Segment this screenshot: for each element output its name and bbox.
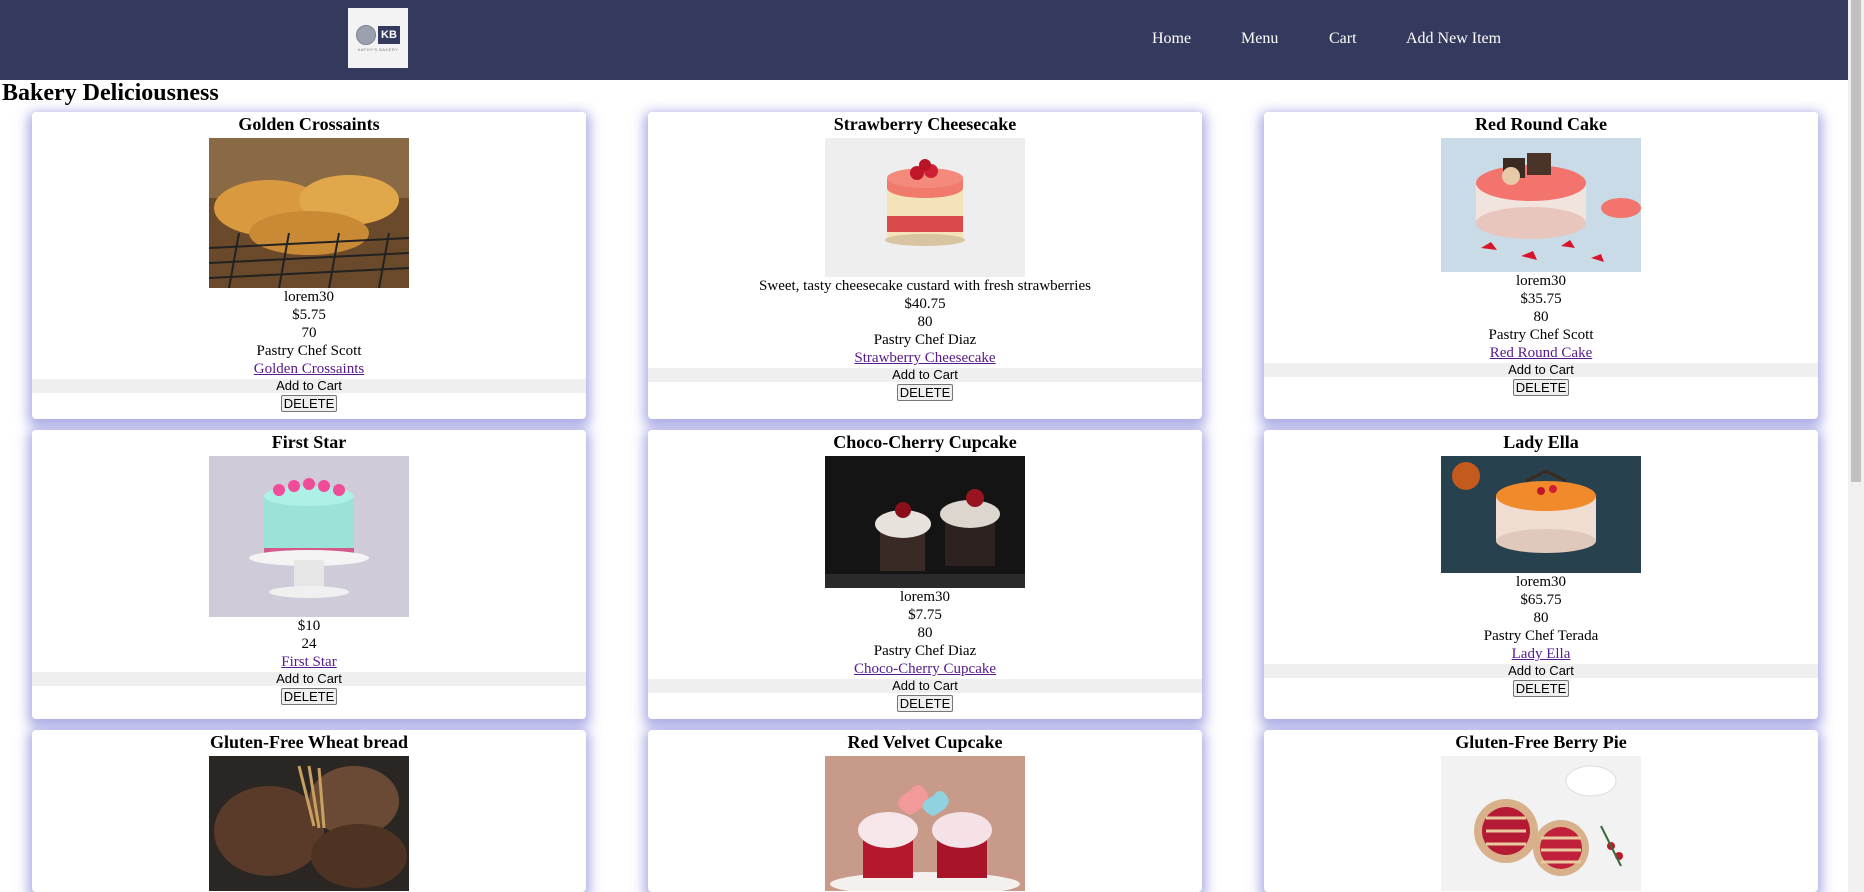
page-title: Bakery Deliciousness — [2, 80, 219, 106]
product-chef: Pastry Chef Diaz — [873, 332, 977, 348]
product-description: lorem30 — [284, 289, 334, 305]
product-quantity: 24 — [301, 636, 317, 652]
product-price: $40.75 — [904, 296, 946, 312]
product-title: First Star — [271, 432, 347, 452]
nav-add-item-link[interactable]: Add New Item — [1406, 30, 1501, 48]
product-price: $7.75 — [908, 607, 942, 623]
page-scrollbar[interactable] — [1848, 0, 1864, 892]
delete-button[interactable]: DELETE — [896, 384, 954, 401]
cheesecake-image — [825, 138, 1025, 277]
product-title: Golden Crossaints — [238, 114, 380, 134]
delete-button[interactable]: DELETE — [280, 688, 338, 705]
product-description: lorem30 — [900, 589, 950, 605]
logo-letters: KB — [378, 25, 400, 44]
top-navbar: KB KATHY'S BAKERY Home Menu Cart Add New… — [0, 0, 1848, 80]
product-description: lorem30 — [1516, 273, 1566, 289]
product-title: Gluten-Free Berry Pie — [1455, 732, 1627, 752]
add-to-cart-button[interactable]: Add to Cart — [32, 672, 586, 686]
product-quantity: 80 — [917, 314, 933, 330]
product-title: Strawberry Cheesecake — [833, 114, 1017, 134]
product-chef: Pastry Chef Scott — [1488, 327, 1594, 343]
product-link[interactable]: Lady Ella — [1264, 645, 1818, 663]
product-title: Gluten-Free Wheat bread — [210, 732, 408, 752]
product-card: First Star $10 24 First Star Add to Cart… — [32, 430, 586, 719]
add-to-cart-button[interactable]: Add to Cart — [1264, 363, 1818, 377]
product-link[interactable]: Choco-Cherry Cupcake — [648, 660, 1202, 678]
nav-home-link[interactable]: Home — [1152, 30, 1191, 48]
product-description: lorem30 — [1516, 574, 1566, 590]
add-to-cart-button[interactable]: Add to Cart — [648, 679, 1202, 693]
product-chef: Pastry Chef Diaz — [873, 643, 977, 659]
product-card: Red Velvet Cupcake — [648, 730, 1202, 892]
delete-button[interactable]: DELETE — [1512, 680, 1570, 697]
product-price: $10 — [297, 618, 321, 634]
product-title: Choco-Cherry Cupcake — [833, 432, 1017, 452]
product-quantity: 80 — [1533, 309, 1549, 325]
product-description: Sweet, tasty cheesecake custard with fre… — [759, 278, 1091, 294]
product-card: Lady Ella lorem30 $65.75 80 Pastry Chef … — [1264, 430, 1818, 719]
product-price: $35.75 — [1520, 291, 1562, 307]
red-cake-image — [1441, 138, 1641, 272]
add-to-cart-button[interactable]: Add to Cart — [32, 379, 586, 393]
product-card: Choco-Cherry Cupcake lorem30 $7.75 80 Pa… — [648, 430, 1202, 719]
product-title: Lady Ella — [1503, 432, 1579, 452]
wheat-bread-image — [209, 756, 409, 891]
nav-cart-link[interactable]: Cart — [1329, 30, 1357, 48]
red-velvet-cupcake-image — [825, 756, 1025, 891]
logo-tagline: KATHY'S BAKERY — [357, 46, 399, 52]
product-card: Golden Crossaints lorem30 $5.75 70 Pastr… — [32, 112, 586, 419]
product-quantity: 80 — [917, 625, 933, 641]
berry-pie-image — [1441, 756, 1641, 891]
cupcake-image — [825, 456, 1025, 588]
first-star-cake-image — [209, 456, 409, 617]
product-quantity: 70 — [301, 325, 317, 341]
product-link[interactable]: Red Round Cake — [1264, 344, 1818, 362]
croissants-image — [209, 138, 409, 288]
product-card: Gluten-Free Wheat bread — [32, 730, 586, 892]
product-title: Red Round Cake — [1474, 114, 1608, 134]
product-title: Red Velvet Cupcake — [847, 732, 1003, 752]
add-to-cart-button[interactable]: Add to Cart — [648, 368, 1202, 382]
product-link[interactable]: Golden Crossaints — [32, 360, 586, 378]
product-chef: Pastry Chef Scott — [256, 343, 362, 359]
product-link[interactable]: First Star — [32, 653, 586, 671]
product-chef: Pastry Chef Terada — [1483, 628, 1599, 644]
product-card: Strawberry Cheesecake Sweet, tasty chees… — [648, 112, 1202, 419]
delete-button[interactable]: DELETE — [1512, 379, 1570, 396]
add-to-cart-button[interactable]: Add to Cart — [1264, 664, 1818, 678]
delete-button[interactable]: DELETE — [280, 395, 338, 412]
delete-button[interactable]: DELETE — [896, 695, 954, 712]
cupcake-icon — [356, 24, 376, 45]
nav-menu-link[interactable]: Menu — [1241, 30, 1278, 48]
product-quantity: 80 — [1533, 610, 1549, 626]
product-link[interactable]: Strawberry Cheesecake — [648, 349, 1202, 367]
scrollbar-thumb[interactable] — [1851, 0, 1861, 482]
product-price: $65.75 — [1520, 592, 1562, 608]
product-card: Gluten-Free Berry Pie — [1264, 730, 1818, 892]
product-card: Red Round Cake lorem30 $35.75 80 Pastry … — [1264, 112, 1818, 419]
bakery-logo[interactable]: KB KATHY'S BAKERY — [348, 8, 408, 68]
lady-ella-cake-image — [1441, 456, 1641, 573]
product-price: $5.75 — [292, 307, 326, 323]
